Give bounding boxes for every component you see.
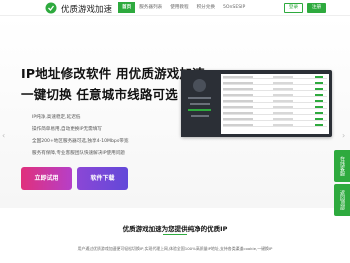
section-title: 优质游戏加速为您提供纯净的优质IP <box>122 225 228 233</box>
app-server-list <box>221 74 329 134</box>
brand-logo-icon[interactable] <box>45 2 57 14</box>
try-now-button[interactable]: 立即试用 <box>21 167 72 190</box>
feature-item: 全国200+地区服务器可选,独享4-10Mbps带宽 <box>32 139 129 144</box>
brand-name[interactable]: 优质游戏加速 <box>61 3 112 15</box>
menu-item-extra[interactable]: 5OnSESIP <box>219 2 249 13</box>
back-to-top-button[interactable]: 返回顶部 <box>334 184 350 216</box>
feature-item: 服务有保障,专业客服团队快速解决IP使用问题 <box>32 151 125 156</box>
feature-item: IP纯净,高速稳定,延迟低 <box>32 115 81 120</box>
online-service-button[interactable]: 在线客服 <box>334 150 350 182</box>
hero-title-line1: IP地址修改软件 用优质游戏加速 <box>21 66 205 81</box>
section-description: 用户通过优质游戏加速便可轻松切换IP,实现代理上网,体验全国100%高质量IP地… <box>77 246 273 251</box>
menu-item-servers[interactable]: 服务器列表 <box>135 2 166 13</box>
hero-title-line2: 一键切换 任意城市线路可选 <box>21 87 178 102</box>
top-nav: 优质游戏加速 首页 服务器列表 使用教程 积分兑换 5OnSESIP 登录 注册 <box>0 0 350 16</box>
app-login-panel <box>181 70 218 137</box>
login-button[interactable]: 登录 <box>284 3 303 13</box>
chevron-left-icon[interactable]: ‹ <box>2 131 5 140</box>
avatar-icon <box>193 79 206 92</box>
feature-item: 操作简单易用,自动更换IP无需填写 <box>32 127 102 132</box>
chevron-right-icon[interactable]: › <box>342 131 345 140</box>
app-screenshot <box>181 70 332 137</box>
menu-item-tutorial[interactable]: 使用教程 <box>166 2 192 13</box>
register-button[interactable]: 注册 <box>307 3 326 13</box>
menu-item-home[interactable]: 首页 <box>118 2 136 13</box>
menu-item-points[interactable]: 积分兑换 <box>193 2 219 13</box>
section-divider <box>163 234 187 235</box>
main-menu: 首页 服务器列表 使用教程 积分兑换 5OnSESIP <box>118 2 249 13</box>
download-button[interactable]: 软件下载 <box>77 167 128 190</box>
